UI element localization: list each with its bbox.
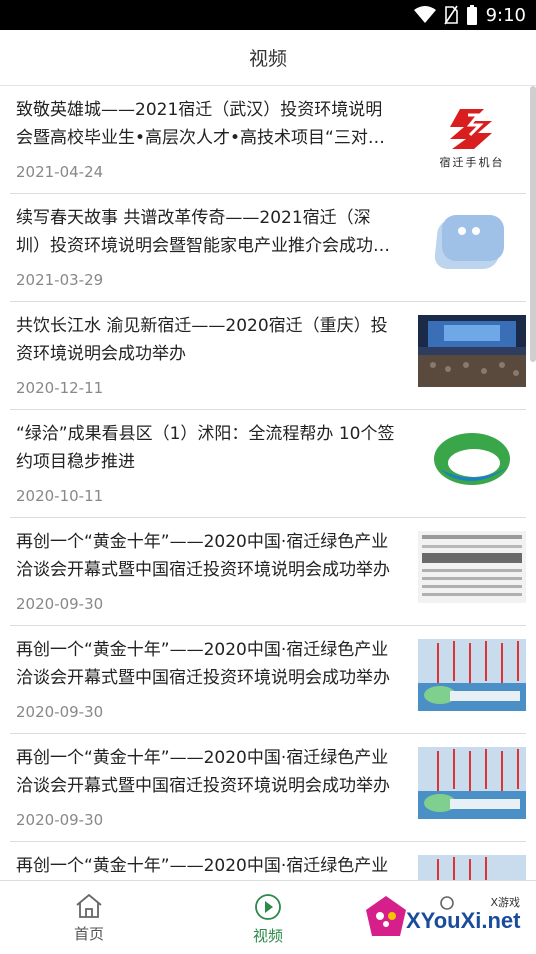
wifi-icon — [413, 6, 436, 23]
conference-thumb — [418, 315, 526, 387]
list-item[interactable]: 再创一个“黄金十年”——2020中国·宿迁绿色产业洽谈会开幕式暨中国宿迁投资环境… — [10, 518, 526, 626]
tab-home[interactable]: 首页 — [29, 881, 149, 954]
tab-label: 首页 — [73, 925, 104, 943]
logo-caption: 宿迁手机台 — [439, 156, 505, 169]
item-title: 续写春天故事 共谱改革传奇——2021宿迁（深圳）投资环境说明会暨智能家电产业推… — [16, 208, 390, 256]
app-header: 视频 — [0, 30, 536, 86]
list-item[interactable]: 再创一个“黄金十年”——2020中国·宿迁绿色产业洽谈会开幕式暨中国宿迁投资环境… — [10, 842, 526, 880]
watermark-text: XYouXi.net — [406, 908, 521, 933]
item-date: 2021-04-24 — [16, 163, 104, 181]
list-item[interactable]: 续写春天故事 共谱改革传奇——2021宿迁（深圳）投资环境说明会暨智能家电产业推… — [10, 194, 526, 302]
list-item[interactable]: 共饮长江水 渝见新宿迁——2020宿迁（重庆）投资环境说明会成功举办 2020-… — [10, 302, 526, 410]
item-title: 共饮长江水 渝见新宿迁——2020宿迁（重庆）投资环境说明会成功举办 — [16, 316, 388, 364]
item-date: 2020-12-11 — [16, 379, 104, 397]
video-list: 致敬英雄城——2021宿迁（武汉）投资环境说明会暨高校毕业生•高层次人才•高技术… — [0, 86, 536, 880]
list-item[interactable]: “绿洽”成果看县区（1）沭阳：全流程帮办 10个签约项目稳步推进 2020-10… — [10, 410, 526, 518]
app-icon-thumb — [418, 207, 526, 279]
item-date: 2020-09-30 — [16, 811, 104, 829]
item-thumbnail — [418, 207, 526, 279]
flags-thumb — [418, 639, 526, 711]
item-thumbnail — [418, 747, 526, 819]
item-thumbnail — [418, 855, 526, 880]
item-date: 2021-03-29 — [16, 271, 104, 289]
item-title: 再创一个“黄金十年”——2020中国·宿迁绿色产业洽谈会开幕式暨中国宿迁投资环境… — [16, 640, 390, 688]
watermark: X游戏 XYouXi.net — [360, 890, 530, 946]
item-thumbnail — [418, 423, 526, 495]
item-thumbnail — [418, 531, 526, 603]
item-title: 致敬英雄城——2021宿迁（武汉）投资环境说明会暨高校毕业生•高层次人才•高技术… — [16, 100, 383, 148]
list-item[interactable]: 再创一个“黄金十年”——2020中国·宿迁绿色产业洽谈会开幕式暨中国宿迁投资环境… — [10, 626, 526, 734]
green-logo-thumb — [418, 423, 526, 495]
item-thumbnail — [418, 639, 526, 711]
item-title: 再创一个“黄金十年”——2020中国·宿迁绿色产业洽谈会开幕式暨中国宿迁投资环境… — [16, 532, 390, 580]
item-date: 2020-09-30 — [16, 595, 104, 613]
play-circle-icon — [255, 894, 281, 920]
home-icon — [76, 893, 102, 918]
status-bar: 9:10 — [0, 0, 536, 30]
item-thumbnail: 宿迁手机台 — [418, 99, 526, 171]
no-sim-icon — [443, 5, 458, 25]
list-item[interactable]: 致敬英雄城——2021宿迁（武汉）投资环境说明会暨高校毕业生•高层次人才•高技术… — [10, 86, 526, 194]
list-item[interactable]: 再创一个“黄金十年”——2020中国·宿迁绿色产业洽谈会开幕式暨中国宿迁投资环境… — [10, 734, 526, 842]
tab-video[interactable]: 视频 — [208, 881, 328, 954]
item-title: 再创一个“黄金十年”——2020中国·宿迁绿色产业洽谈会开幕式暨中国宿迁投资环境… — [16, 748, 390, 796]
item-date: 2020-09-30 — [16, 703, 104, 721]
tab-label: 视频 — [252, 927, 283, 945]
item-title: “绿洽”成果看县区（1）沭阳：全流程帮办 10个签约项目稳步推进 — [16, 424, 395, 472]
item-title: 再创一个“黄金十年”——2020中国·宿迁绿色产业洽谈会开幕式暨中国宿迁投资环境… — [16, 856, 389, 876]
item-date: 2020-10-11 — [16, 487, 104, 505]
battery-icon — [466, 5, 477, 25]
status-icons: 9:10 — [413, 3, 526, 27]
item-thumbnail — [418, 315, 526, 387]
gamepad-logo-icon — [366, 896, 406, 936]
flags-thumb — [418, 855, 526, 880]
page-title: 视频 — [248, 48, 287, 70]
scrollbar[interactable] — [530, 86, 536, 362]
document-thumb — [418, 531, 526, 603]
flags-thumb — [418, 747, 526, 819]
status-time: 9:10 — [485, 4, 526, 26]
